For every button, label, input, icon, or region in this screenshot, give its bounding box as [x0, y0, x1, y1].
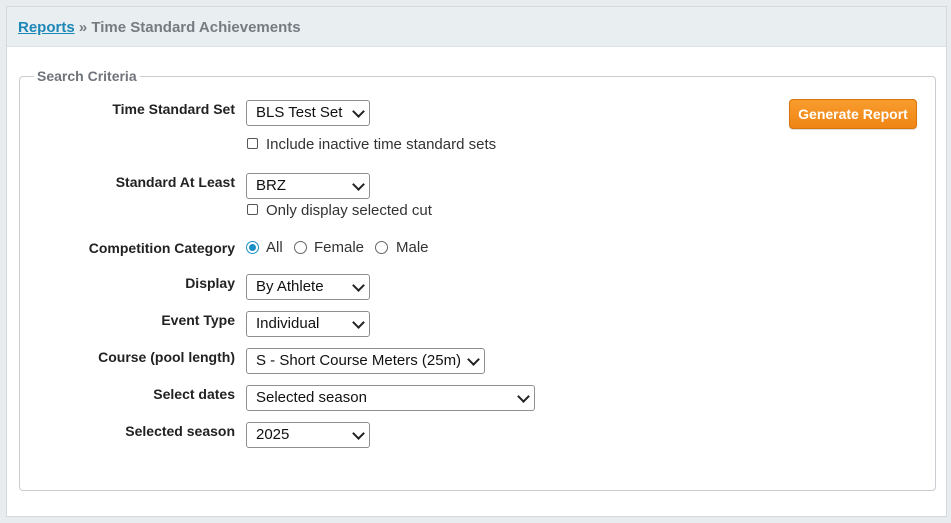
breadcrumb-reports-link[interactable]: Reports [18, 19, 75, 36]
breadcrumb: Reports » Time Standard Achievements [7, 7, 946, 47]
page-title: Time Standard Achievements [91, 19, 301, 36]
time-standard-set-value: BLS Test Set [256, 104, 343, 121]
course-label: Course (pool length) [98, 349, 235, 365]
time-standard-set-select[interactable]: BLS Test Set [246, 100, 370, 126]
radio-all-label: All [266, 239, 283, 256]
breadcrumb-separator: » [78, 19, 88, 36]
display-label: Display [185, 275, 235, 291]
radio-male[interactable] [375, 241, 388, 254]
selected-season-value: 2025 [256, 426, 290, 443]
chevron-down-icon [467, 353, 480, 366]
radio-male-label: Male [396, 239, 429, 256]
select-dates-value: Selected season [256, 389, 367, 406]
event-type-label: Event Type [161, 312, 235, 328]
chevron-down-icon [517, 390, 530, 403]
event-type-value: Individual [256, 315, 320, 332]
event-type-select[interactable]: Individual [246, 311, 370, 337]
radio-all[interactable] [246, 241, 259, 254]
select-dates-label: Select dates [153, 386, 235, 402]
standard-at-least-select[interactable]: BRZ [246, 173, 370, 199]
chevron-down-icon [352, 279, 365, 292]
selected-season-label: Selected season [125, 423, 235, 439]
chevron-down-icon [352, 316, 365, 329]
standard-at-least-label: Standard At Least [115, 174, 235, 190]
course-value: S - Short Course Meters (25m) [256, 352, 462, 369]
select-dates-select[interactable]: Selected season [246, 385, 535, 411]
generate-report-button[interactable]: Generate Report [789, 99, 917, 129]
only-selected-cut-label: Only display selected cut [266, 202, 432, 219]
chevron-down-icon [352, 178, 365, 191]
competition-category-label: Competition Category [88, 240, 235, 256]
chevron-down-icon [352, 105, 365, 118]
course-select[interactable]: S - Short Course Meters (25m) [246, 348, 485, 374]
only-selected-cut-checkbox[interactable] [247, 204, 258, 215]
include-inactive-label: Include inactive time standard sets [266, 136, 497, 153]
display-select[interactable]: By Athlete [246, 274, 370, 300]
search-criteria-legend: Search Criteria [34, 68, 140, 85]
report-panel: Reports » Time Standard Achievements Sea… [6, 6, 947, 517]
radio-female[interactable] [294, 241, 307, 254]
selected-season-select[interactable]: 2025 [246, 422, 370, 448]
radio-female-label: Female [314, 239, 365, 256]
include-inactive-checkbox[interactable] [247, 138, 258, 149]
chevron-down-icon [352, 427, 365, 440]
standard-at-least-value: BRZ [256, 177, 286, 194]
time-standard-set-label: Time Standard Set [112, 101, 235, 117]
display-value: By Athlete [256, 278, 324, 295]
